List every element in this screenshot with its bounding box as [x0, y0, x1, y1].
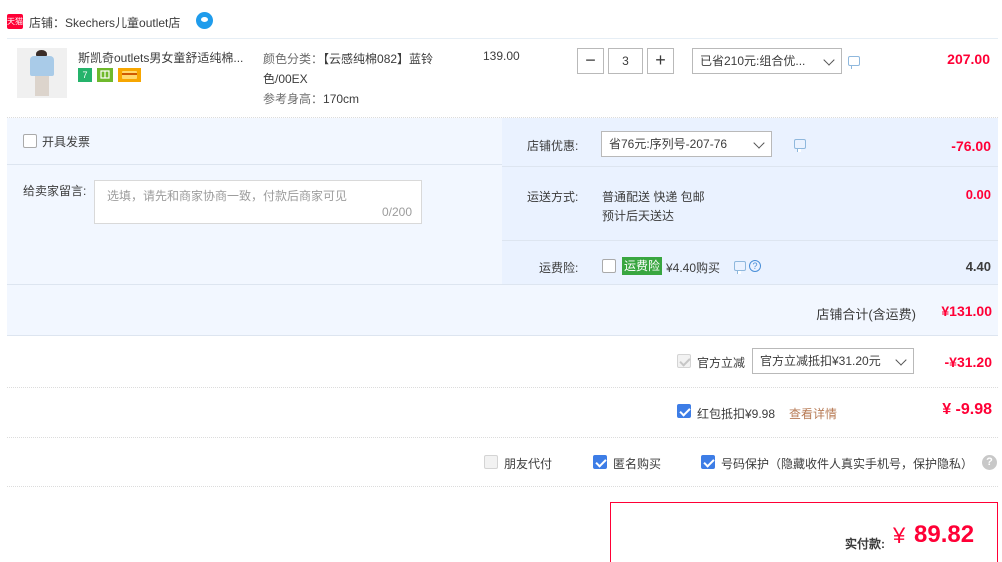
discount-comment-icon[interactable]: [794, 139, 806, 152]
red-packet-amount: ¥ -9.98: [942, 401, 992, 418]
order-options-right: 店铺优惠: 省76元:序列号-207-76 -76.00 运送方式: 普通配送 …: [502, 118, 998, 284]
shop-discount-select[interactable]: 省76元:序列号-207-76: [601, 131, 772, 157]
official-discount-value: 官方立减抵扣¥31.20元: [760, 354, 881, 368]
item-thumbnail[interactable]: [17, 48, 67, 98]
divider: [7, 486, 998, 487]
red-packet-label: 红包抵扣¥9.98: [697, 407, 776, 421]
seller-message-input[interactable]: 选填，请先和商家协商一致，付款后商家可见 0/200: [94, 180, 422, 224]
chevron-down-icon: [823, 54, 835, 66]
shop-total-label: 店铺合计(含运费): [816, 307, 916, 322]
divider: [502, 166, 998, 167]
shop-name[interactable]: 店铺：Skechers儿童outlet店: [29, 14, 180, 31]
insurance-amount: 4.40: [965, 259, 991, 274]
shipping-amount: 0.00: [965, 187, 991, 202]
anonymous-checkbox[interactable]: [593, 455, 607, 469]
insurance-comment-icon[interactable]: [734, 261, 746, 274]
shop-header: 天猫 店铺：Skechers儿童outlet店: [0, 0, 1002, 38]
shop-discount-label: 店铺优惠:: [527, 139, 579, 153]
qty-increase-button[interactable]: +: [647, 48, 674, 74]
number-protect-label[interactable]: 号码保护（隐藏收件人真实手机号，保护隐私）: [721, 455, 973, 472]
item-promo-select[interactable]: 已省210元:组合优...: [692, 48, 842, 74]
anonymous-label[interactable]: 匿名购买: [613, 455, 661, 472]
shipping-label: 运送方式:: [527, 190, 579, 204]
message-placeholder: 选填，请先和商家协商一致，付款后商家可见: [107, 189, 348, 203]
sku-height-value: 170cm: [323, 92, 360, 106]
credit-card-icon: [118, 68, 141, 82]
shop-total-row: 店铺合计(含运费) ¥131.00: [7, 284, 998, 336]
pay-amount: 89.82: [914, 521, 975, 548]
insurance-label: 运费险:: [539, 261, 579, 275]
official-discount-select[interactable]: 官方立减抵扣¥31.20元: [752, 348, 914, 374]
friend-pay-checkbox[interactable]: [484, 455, 498, 469]
shipping-eta: 预计后天送达: [602, 209, 675, 223]
item-title[interactable]: 斯凯奇outlets男女童舒适纯棉...: [78, 49, 256, 66]
divider: [7, 164, 502, 165]
item-promo-value: 已省210元:组合优...: [700, 54, 806, 68]
sku-color-label: 颜色分类：: [263, 52, 324, 66]
insurance-checkbox[interactable]: [602, 259, 616, 273]
official-discount-checkbox[interactable]: [677, 354, 691, 368]
qty-decrease-button[interactable]: −: [577, 48, 604, 74]
help-icon[interactable]: ?: [749, 260, 761, 272]
insurance-price: ¥4.40购买: [666, 261, 721, 275]
order-item-row: 斯凯奇outlets男女童舒适纯棉... 7 颜色分类：【云感纯棉082】蓝铃 …: [7, 38, 998, 118]
red-packet-details-link[interactable]: 查看详情: [789, 405, 837, 422]
seven-day-return-icon: 7: [78, 68, 92, 82]
wangwang-chat-icon[interactable]: [196, 12, 213, 29]
item-sku: 颜色分类：【云感纯棉082】蓝铃 色/00EX 参考身高：170cm: [263, 49, 433, 109]
divider: [7, 387, 998, 388]
sku-height-label: 参考身高：: [263, 92, 324, 106]
shop-total-amount: ¥131.00: [941, 303, 992, 319]
red-packet-checkbox[interactable]: [677, 404, 691, 418]
sku-color-value: 【云感纯棉082】蓝铃: [323, 52, 434, 66]
pay-currency: ¥: [893, 523, 906, 548]
guarantee-icon: [97, 68, 113, 82]
message-char-counter: 0/200: [381, 205, 412, 219]
shop-discount-value: 省76元:序列号-207-76: [609, 137, 728, 151]
payment-summary-box: 实付款: ¥ 89.82: [610, 502, 998, 562]
insurance-tag: 运费险: [622, 257, 663, 275]
tmall-logo: 天猫: [7, 14, 23, 29]
pay-label: 实付款:: [845, 537, 885, 551]
help-icon[interactable]: ?: [982, 455, 997, 470]
order-options-panel: 开具发票 给卖家留言: 选填，请先和商家协商一致，付款后商家可见 0/200 店…: [7, 118, 998, 336]
sku-color-value-cont: 色/00EX: [263, 72, 308, 86]
friend-pay-label[interactable]: 朋友代付: [504, 455, 552, 472]
divider: [7, 437, 998, 438]
promo-comment-icon[interactable]: [848, 56, 860, 69]
invoice-checkbox[interactable]: [23, 134, 37, 148]
order-options-left: 开具发票 给卖家留言: 选填，请先和商家协商一致，付款后商家可见 0/200: [7, 118, 502, 284]
chevron-down-icon: [753, 137, 765, 149]
official-discount-label: 官方立减: [697, 356, 746, 370]
divider: [502, 240, 998, 241]
invoice-label[interactable]: 开具发票: [42, 133, 90, 150]
item-subtotal: 207.00: [947, 51, 990, 67]
chevron-down-icon: [895, 354, 907, 366]
unit-price: 139.00: [483, 49, 520, 63]
number-protect-checkbox[interactable]: [701, 455, 715, 469]
qty-input[interactable]: 3: [608, 48, 643, 74]
message-label: 给卖家留言:: [23, 184, 87, 198]
official-discount-amount: -¥31.20: [944, 354, 992, 370]
shipping-method: 普通配送 快递 包邮: [602, 190, 705, 204]
shop-discount-amount: -76.00: [951, 138, 991, 154]
